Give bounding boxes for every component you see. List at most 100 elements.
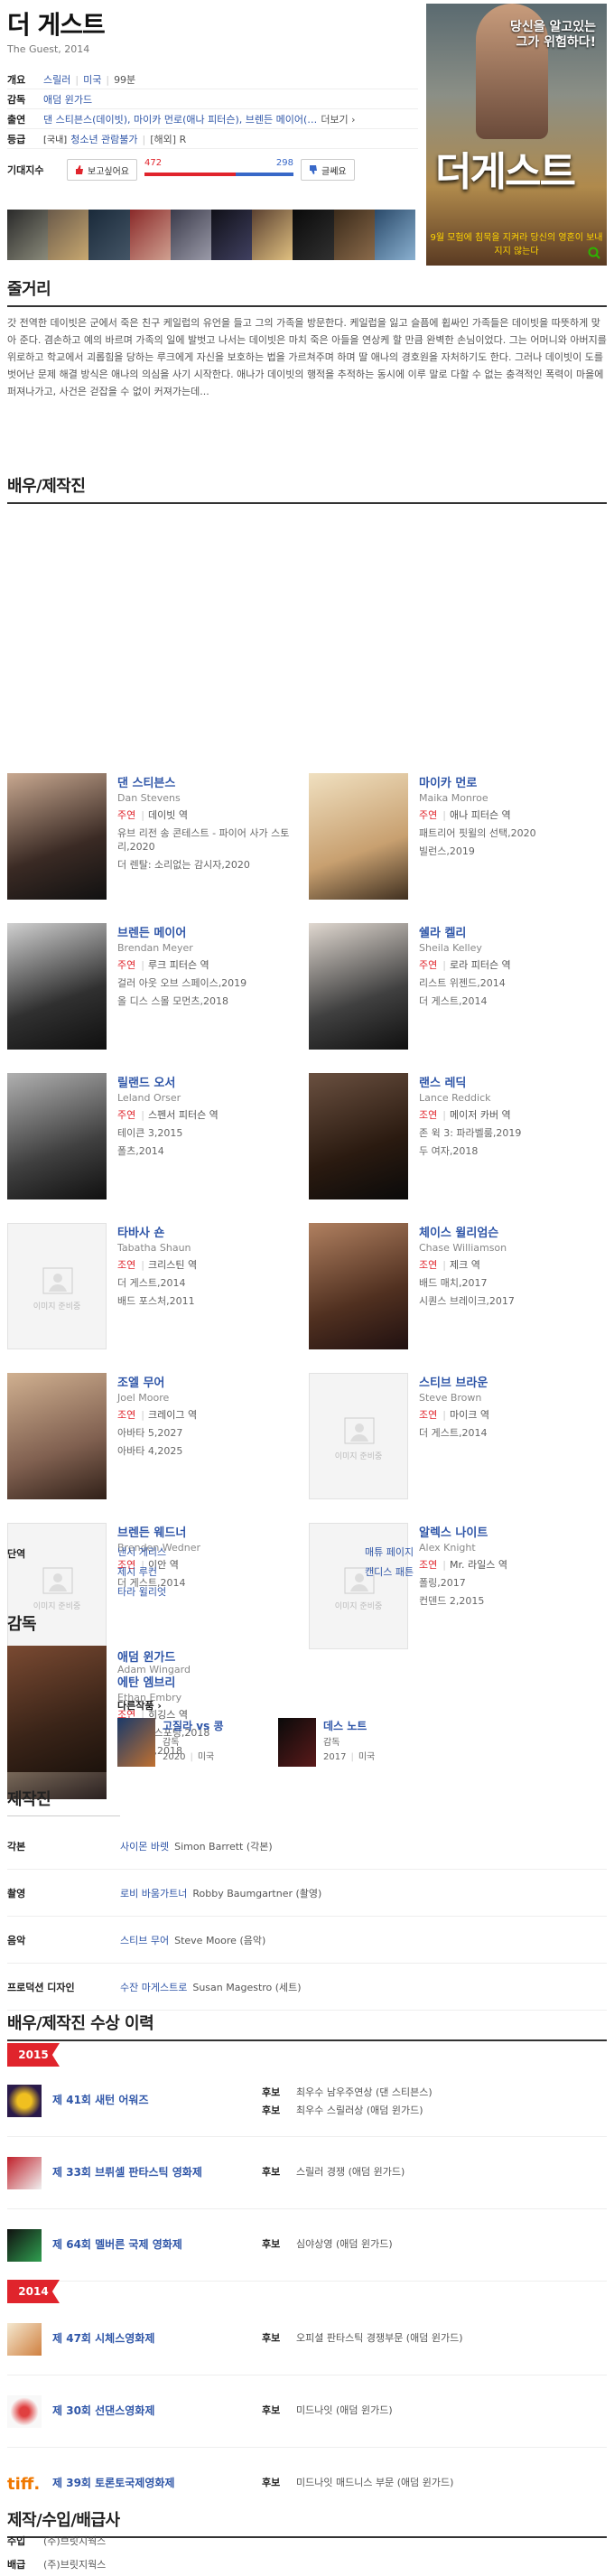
cast-filmography-item[interactable]: 아바타 4,2025: [117, 1444, 302, 1458]
cast-photo[interactable]: [309, 773, 408, 900]
crew-link[interactable]: 사이몬 바렛: [120, 1839, 169, 1853]
cast-filmography-item[interactable]: 두 여자,2018: [419, 1144, 604, 1158]
still-photo[interactable]: [129, 210, 171, 260]
cast-name[interactable]: 체이스 윌리엄슨: [419, 1227, 498, 1240]
cast-photo[interactable]: [7, 1073, 107, 1199]
cast-filmography-item[interactable]: 올 디스 스몰 모먼츠,2018: [117, 994, 302, 1008]
cast-links[interactable]: 댄 스티븐스(데이빗), 마이카 먼로(애나 피터슨), 브렌든 메이어(…: [43, 114, 317, 126]
cast-photo[interactable]: [7, 1373, 107, 1499]
still-photo-strip: [7, 210, 416, 260]
want-to-see-button[interactable]: 보고싶어요: [67, 159, 137, 181]
cast-photo[interactable]: [7, 923, 107, 1050]
cast-name[interactable]: 알렉스 나이트: [419, 1526, 488, 1540]
cast-filmography-item[interactable]: 리스트 위젠드,2014: [419, 976, 604, 990]
crew-link[interactable]: 스티브 무어: [120, 1933, 169, 1947]
expectation-vote-bar: 472 298: [144, 158, 293, 182]
still-photo[interactable]: [7, 210, 49, 260]
cast-member: 랜스 레딕 Lance Reddick 조연 | 메이저 카버 역존 윅 3: 파라벨룸…: [309, 1073, 607, 1209]
cameo-link[interactable]: 제시 루컨: [117, 1566, 157, 1578]
cast-filmography-item[interactable]: 더 렌탈: 소리없는 감시자,2020: [117, 858, 302, 872]
award-link[interactable]: 제 41회 새턴 어워즈: [52, 2092, 149, 2107]
zoom-icon[interactable]: [587, 246, 601, 260]
cast-name[interactable]: 쉘라 켈리: [419, 927, 466, 940]
cast-filmography-item[interactable]: 아바타 5,2027: [117, 1426, 302, 1440]
sitges-logo: [7, 2323, 42, 2356]
crew-row: 촬영 로비 바움가트너 Robby Baumgartner (촬영): [7, 1870, 607, 1917]
runtime: 99분: [114, 73, 136, 86]
cast-name[interactable]: 브렌든 웨드너: [117, 1526, 186, 1540]
still-photo[interactable]: [252, 210, 293, 260]
cast-name[interactable]: 조엘 무어: [117, 1377, 164, 1390]
other-work[interactable]: 고질라 vs 콩 감독 2020 | 미국: [117, 1718, 280, 1772]
cast-name[interactable]: 댄 스티븐스: [117, 777, 175, 790]
doubt-button[interactable]: 글쎄요: [301, 159, 355, 181]
cast-role: 조연 | 메이저 카버 역: [419, 1109, 511, 1121]
cameo-link[interactable]: 매튜 페이지: [365, 1546, 414, 1558]
want-count: 472: [144, 158, 163, 168]
award-link[interactable]: 제 30회 선댄스영화제: [52, 2403, 154, 2418]
cast-name[interactable]: 랜스 레딕: [419, 1077, 466, 1090]
director-english-name: Adam Wingard: [117, 1664, 191, 1675]
still-photo[interactable]: [333, 210, 375, 260]
still-photo[interactable]: [374, 210, 416, 260]
crew-link[interactable]: 수잔 마게스트로: [120, 1980, 187, 1994]
director-photo[interactable]: [7, 1646, 107, 1772]
crew-row: 음악 스티브 무어 Steve Moore (음악): [7, 1917, 607, 1964]
cast-filmography-item[interactable]: 폴츠,2014: [117, 1144, 302, 1158]
cast-filmography-item[interactable]: 시퀀스 브레이크,2017: [419, 1294, 604, 1308]
cast-filmography-item[interactable]: 더 게스트,2014: [117, 1276, 302, 1290]
award-link[interactable]: 제 33회 브뤼셀 판타스틱 영화제: [52, 2164, 202, 2179]
distribution-title: 제작/수입/배급사: [7, 2511, 120, 2530]
cast-filmography-item[interactable]: 빌런스,2019: [419, 845, 604, 858]
cast-name[interactable]: 마이카 먼로: [419, 777, 477, 790]
cast-filmography-item[interactable]: 걸러 아웃 오브 스페이스,2019: [117, 976, 302, 990]
cast-photo[interactable]: [309, 1073, 408, 1199]
genre-link[interactable]: 스릴러: [43, 74, 70, 86]
cast-name[interactable]: 타바사 숀: [117, 1227, 164, 1240]
cast-name[interactable]: 릴랜드 오서: [117, 1077, 175, 1090]
cast-filmography-item[interactable]: 더 게스트,2014: [419, 994, 604, 1008]
cast-info: 쉘라 켈리 Sheila Kelley 주연 | 로라 피터슨 역 리스트 위젠드,201…: [419, 923, 604, 1008]
still-photo[interactable]: [211, 210, 253, 260]
cast-name[interactable]: 스티브 브라운: [419, 1377, 488, 1390]
still-photo[interactable]: [170, 210, 212, 260]
cast-photo[interactable]: [309, 923, 408, 1050]
cast-photo[interactable]: [309, 1223, 408, 1349]
cast-filmography-item[interactable]: 배드 매치,2017: [419, 1276, 604, 1290]
awards-list: 2015 제 41회 새턴 어워즈 후보 최우수 남우주연상 (댄 스티븐스) …: [7, 2043, 607, 2504]
still-photo[interactable]: [293, 210, 334, 260]
award-link[interactable]: 제 39회 토론토국제영화제: [52, 2475, 174, 2490]
award-link[interactable]: 제 64회 멜버른 국제 영화제: [52, 2236, 182, 2252]
cameo-link[interactable]: 캔디스 패튼: [365, 1566, 414, 1578]
cast-english-name: Dan Stevens: [117, 792, 181, 804]
still-photo[interactable]: [88, 210, 130, 260]
still-photo[interactable]: [48, 210, 89, 260]
director-name[interactable]: 애덤 윈가드: [117, 1647, 175, 1665]
cast-filmography-item[interactable]: 패트리어 핏윌의 선택,2020: [419, 826, 604, 840]
cast-filmography-item[interactable]: 테이큰 3,2015: [117, 1126, 302, 1140]
country-link[interactable]: 미국: [83, 74, 101, 86]
crew-link[interactable]: 로비 바움가트너: [120, 1886, 187, 1900]
more-cast-link[interactable]: 더보기: [321, 114, 348, 126]
cast-filmography-item[interactable]: 배드 포스처,2011: [117, 1294, 302, 1308]
movie-poster[interactable]: 당신을 알고있는 그가 위험하다! 더게스트 9월 모험에 침묵을 지켜라 당신…: [426, 4, 607, 266]
cast-photo[interactable]: 이미지 준비중: [309, 1373, 408, 1499]
director-link[interactable]: 애덤 윈가드: [43, 94, 92, 106]
cast-photo[interactable]: [7, 773, 107, 900]
other-work[interactable]: 데스 노트 감독 2017 | 미국: [278, 1718, 441, 1772]
cast-name[interactable]: 브렌든 메이어: [117, 927, 186, 940]
cast-info: 릴랜드 오서 Leland Orser 주연 | 스펜서 피터슨 역 테이큰 3,2015…: [117, 1073, 302, 1158]
cast-filmography-item[interactable]: 유브 리전 송 콘테스트 - 파이어 사가 스토리,2020: [117, 826, 302, 854]
cast-filmography-item[interactable]: 더 게스트,2014: [419, 1426, 604, 1440]
cast-english-name: Joel Moore: [117, 1392, 170, 1404]
rating-link[interactable]: 청소년 관람불가: [70, 134, 137, 145]
cast-filmography-item[interactable]: 존 윅 3: 파라벨룸,2019: [419, 1126, 604, 1140]
cameo-link[interactable]: 낸시 게리스: [117, 1546, 166, 1558]
director-card: 애덤 윈가드 Adam Wingard 다른작품 › 고질라 vs 콩 감독 2…: [7, 1646, 607, 1781]
award-link[interactable]: 제 47회 시체스영화제: [52, 2330, 154, 2346]
award-row: 제 47회 시체스영화제 후보 오피셜 판타스틱 경쟁부문 (애덤 윈가드): [7, 2303, 607, 2375]
cast-role: 조연 | 크리스틴 역: [117, 1259, 198, 1271]
cameo-link[interactable]: 타라 윌리엇: [117, 1586, 166, 1598]
cast-photo[interactable]: 이미지 준비중: [7, 1223, 107, 1349]
thumbs-down-icon: [310, 165, 317, 174]
